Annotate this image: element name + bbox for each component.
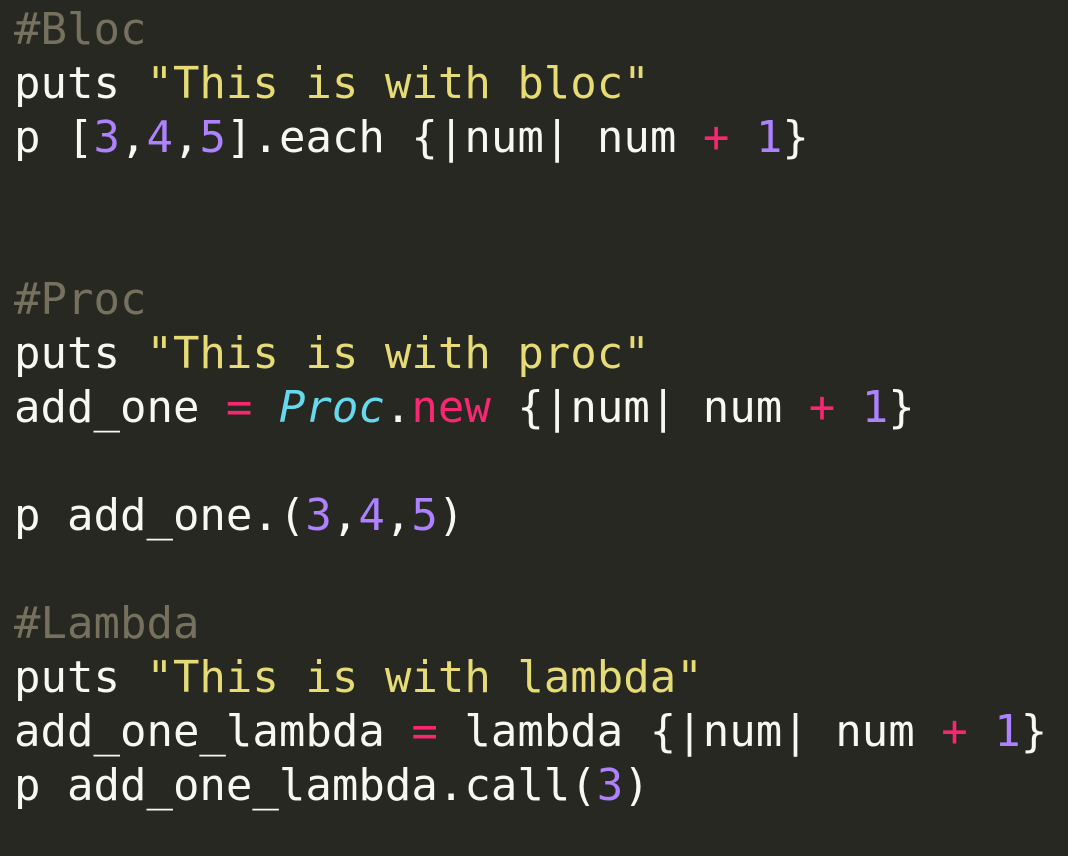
code-line-4[interactable]: [14, 165, 1047, 219]
code-token: p add_one.(: [14, 490, 306, 541]
code-block[interactable]: #Bloc puts "This is with bloc" p [3,4,5].e…: [14, 3, 1047, 813]
operator-token: =: [225, 382, 253, 433]
code-token: }: [782, 112, 809, 163]
code-line-11[interactable]: [14, 543, 1047, 597]
number-token: 3: [305, 490, 332, 541]
code-line-5[interactable]: [14, 219, 1047, 273]
number-token: 5: [411, 490, 438, 541]
code-token: ].each {|num| num: [225, 112, 703, 163]
operator-token: +: [941, 706, 968, 757]
code-line-6[interactable]: #Proc: [14, 273, 1047, 327]
code-token: puts: [14, 58, 147, 109]
operator-token: =: [411, 706, 438, 757]
code-line-10[interactable]: p add_one.(3,4,5): [14, 489, 1047, 543]
operator-token: +: [702, 112, 730, 163]
code-token: add_one_lambda: [14, 706, 412, 757]
keyword-token: new: [411, 382, 491, 433]
constant-token: Proc: [278, 382, 385, 433]
code-line-2[interactable]: puts "This is with bloc": [14, 57, 1047, 111]
code-token: puts: [14, 652, 147, 703]
number-token: 5: [199, 112, 226, 163]
number-token: 4: [146, 112, 173, 163]
code-token: ): [437, 490, 465, 541]
code-line-1[interactable]: #Bloc: [14, 3, 1047, 57]
number-token: 1: [994, 706, 1021, 757]
string-token: "This is with bloc": [146, 58, 650, 109]
string-token: "This is with proc": [146, 328, 650, 379]
operator-token: +: [808, 382, 836, 433]
number-token: 4: [358, 490, 385, 541]
code-token: }: [888, 382, 915, 433]
code-line-12[interactable]: #Lambda: [14, 597, 1047, 651]
string-token: "This is with lambda": [146, 652, 703, 703]
code-token: ): [623, 760, 650, 811]
code-line-8[interactable]: add_one = Proc.new {|num| num + 1}: [14, 381, 1047, 435]
code-token: }: [1020, 706, 1048, 757]
comment-token: #Lambda: [14, 598, 200, 649]
number-token: 3: [596, 760, 624, 811]
code-line-9[interactable]: [14, 435, 1047, 489]
code-line-7[interactable]: puts "This is with proc": [14, 327, 1047, 381]
code-token: ,: [119, 112, 147, 163]
number-token: 1: [755, 112, 783, 163]
code-token: ,: [172, 112, 200, 163]
code-token: {|num| num: [490, 382, 809, 433]
code-line-3[interactable]: p [3,4,5].each {|num| num + 1}: [14, 111, 1047, 165]
code-editor[interactable]: #Bloc puts "This is with bloc" p [3,4,5].e…: [0, 0, 1068, 856]
code-token: ,: [331, 490, 359, 541]
code-token: add_one: [14, 382, 226, 433]
code-token: puts: [14, 328, 147, 379]
code-token: ,: [384, 490, 412, 541]
number-token: 3: [93, 112, 120, 163]
code-token: .: [384, 382, 412, 433]
code-token: p add_one_lambda.call(: [14, 760, 597, 811]
code-line-14[interactable]: add_one_lambda = lambda {|num| num + 1}: [14, 705, 1047, 759]
code-token: p [: [14, 112, 94, 163]
code-line-13[interactable]: puts "This is with lambda": [14, 651, 1047, 705]
number-token: 1: [861, 382, 889, 433]
code-token: lambda {|num| num: [437, 706, 942, 757]
comment-token: #Bloc: [14, 4, 147, 55]
code-line-15[interactable]: p add_one_lambda.call(3): [14, 759, 1047, 813]
comment-token: #Proc: [14, 274, 147, 325]
